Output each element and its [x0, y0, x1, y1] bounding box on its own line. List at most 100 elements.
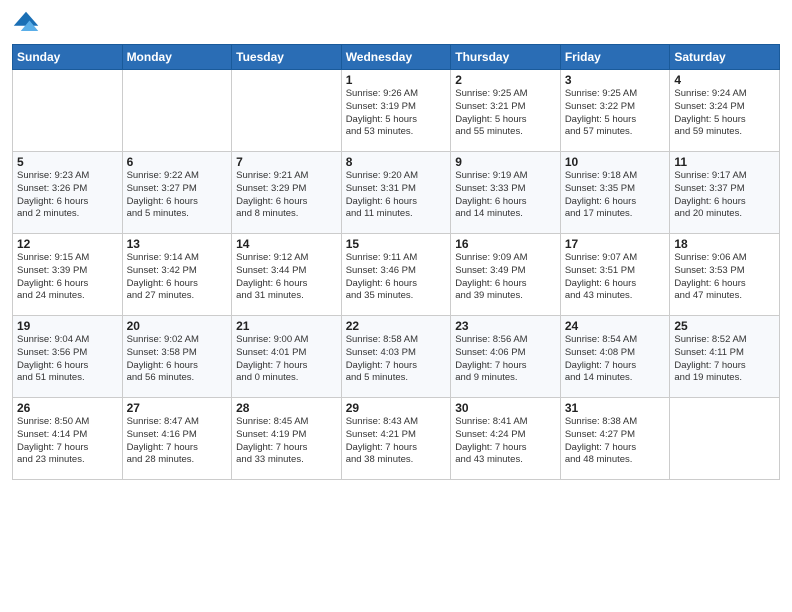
weekday-header-monday: Monday [122, 45, 232, 70]
day-info: Sunrise: 9:14 AM Sunset: 3:42 PM Dayligh… [127, 252, 228, 303]
calendar-week-1: 1Sunrise: 9:26 AM Sunset: 3:19 PM Daylig… [13, 70, 780, 152]
day-info: Sunrise: 9:25 AM Sunset: 3:21 PM Dayligh… [455, 88, 556, 139]
calendar-cell [670, 398, 780, 480]
day-number: 15 [346, 237, 447, 251]
calendar-table: SundayMondayTuesdayWednesdayThursdayFrid… [12, 44, 780, 480]
calendar-cell [122, 70, 232, 152]
page-container: SundayMondayTuesdayWednesdayThursdayFrid… [0, 0, 792, 488]
calendar-cell: 17Sunrise: 9:07 AM Sunset: 3:51 PM Dayli… [560, 234, 670, 316]
day-number: 14 [236, 237, 337, 251]
logo-icon [12, 10, 40, 38]
day-number: 11 [674, 155, 775, 169]
day-info: Sunrise: 8:38 AM Sunset: 4:27 PM Dayligh… [565, 416, 666, 467]
day-info: Sunrise: 9:18 AM Sunset: 3:35 PM Dayligh… [565, 170, 666, 221]
day-info: Sunrise: 9:26 AM Sunset: 3:19 PM Dayligh… [346, 88, 447, 139]
calendar-cell: 14Sunrise: 9:12 AM Sunset: 3:44 PM Dayli… [232, 234, 342, 316]
calendar-cell: 11Sunrise: 9:17 AM Sunset: 3:37 PM Dayli… [670, 152, 780, 234]
calendar-cell: 4Sunrise: 9:24 AM Sunset: 3:24 PM Daylig… [670, 70, 780, 152]
day-number: 10 [565, 155, 666, 169]
calendar-week-4: 19Sunrise: 9:04 AM Sunset: 3:56 PM Dayli… [13, 316, 780, 398]
calendar-cell: 28Sunrise: 8:45 AM Sunset: 4:19 PM Dayli… [232, 398, 342, 480]
calendar-cell: 20Sunrise: 9:02 AM Sunset: 3:58 PM Dayli… [122, 316, 232, 398]
calendar-cell: 22Sunrise: 8:58 AM Sunset: 4:03 PM Dayli… [341, 316, 451, 398]
day-number: 3 [565, 73, 666, 87]
day-info: Sunrise: 9:23 AM Sunset: 3:26 PM Dayligh… [17, 170, 118, 221]
calendar-cell: 12Sunrise: 9:15 AM Sunset: 3:39 PM Dayli… [13, 234, 123, 316]
day-number: 6 [127, 155, 228, 169]
calendar-week-3: 12Sunrise: 9:15 AM Sunset: 3:39 PM Dayli… [13, 234, 780, 316]
day-number: 28 [236, 401, 337, 415]
day-info: Sunrise: 8:52 AM Sunset: 4:11 PM Dayligh… [674, 334, 775, 385]
day-number: 23 [455, 319, 556, 333]
day-info: Sunrise: 9:21 AM Sunset: 3:29 PM Dayligh… [236, 170, 337, 221]
day-number: 19 [17, 319, 118, 333]
day-info: Sunrise: 8:56 AM Sunset: 4:06 PM Dayligh… [455, 334, 556, 385]
weekday-header-saturday: Saturday [670, 45, 780, 70]
header [12, 10, 780, 38]
calendar-cell: 7Sunrise: 9:21 AM Sunset: 3:29 PM Daylig… [232, 152, 342, 234]
calendar-cell: 5Sunrise: 9:23 AM Sunset: 3:26 PM Daylig… [13, 152, 123, 234]
day-number: 5 [17, 155, 118, 169]
weekday-header-thursday: Thursday [451, 45, 561, 70]
weekday-header-friday: Friday [560, 45, 670, 70]
weekday-header-tuesday: Tuesday [232, 45, 342, 70]
day-number: 4 [674, 73, 775, 87]
calendar-cell: 16Sunrise: 9:09 AM Sunset: 3:49 PM Dayli… [451, 234, 561, 316]
day-info: Sunrise: 8:41 AM Sunset: 4:24 PM Dayligh… [455, 416, 556, 467]
weekday-header-sunday: Sunday [13, 45, 123, 70]
day-info: Sunrise: 9:07 AM Sunset: 3:51 PM Dayligh… [565, 252, 666, 303]
calendar-cell: 23Sunrise: 8:56 AM Sunset: 4:06 PM Dayli… [451, 316, 561, 398]
calendar-cell: 6Sunrise: 9:22 AM Sunset: 3:27 PM Daylig… [122, 152, 232, 234]
day-number: 22 [346, 319, 447, 333]
day-number: 12 [17, 237, 118, 251]
day-info: Sunrise: 8:47 AM Sunset: 4:16 PM Dayligh… [127, 416, 228, 467]
calendar-header: SundayMondayTuesdayWednesdayThursdayFrid… [13, 45, 780, 70]
day-info: Sunrise: 8:50 AM Sunset: 4:14 PM Dayligh… [17, 416, 118, 467]
day-number: 30 [455, 401, 556, 415]
calendar-week-2: 5Sunrise: 9:23 AM Sunset: 3:26 PM Daylig… [13, 152, 780, 234]
calendar-cell: 25Sunrise: 8:52 AM Sunset: 4:11 PM Dayli… [670, 316, 780, 398]
day-info: Sunrise: 9:02 AM Sunset: 3:58 PM Dayligh… [127, 334, 228, 385]
day-number: 24 [565, 319, 666, 333]
calendar-cell: 24Sunrise: 8:54 AM Sunset: 4:08 PM Dayli… [560, 316, 670, 398]
day-number: 9 [455, 155, 556, 169]
day-info: Sunrise: 9:19 AM Sunset: 3:33 PM Dayligh… [455, 170, 556, 221]
calendar-cell: 19Sunrise: 9:04 AM Sunset: 3:56 PM Dayli… [13, 316, 123, 398]
day-number: 20 [127, 319, 228, 333]
day-number: 27 [127, 401, 228, 415]
calendar-cell: 1Sunrise: 9:26 AM Sunset: 3:19 PM Daylig… [341, 70, 451, 152]
calendar-cell: 2Sunrise: 9:25 AM Sunset: 3:21 PM Daylig… [451, 70, 561, 152]
day-number: 7 [236, 155, 337, 169]
day-info: Sunrise: 9:12 AM Sunset: 3:44 PM Dayligh… [236, 252, 337, 303]
calendar-body: 1Sunrise: 9:26 AM Sunset: 3:19 PM Daylig… [13, 70, 780, 480]
day-info: Sunrise: 9:11 AM Sunset: 3:46 PM Dayligh… [346, 252, 447, 303]
day-info: Sunrise: 9:22 AM Sunset: 3:27 PM Dayligh… [127, 170, 228, 221]
day-number: 2 [455, 73, 556, 87]
calendar-cell: 29Sunrise: 8:43 AM Sunset: 4:21 PM Dayli… [341, 398, 451, 480]
calendar-cell: 8Sunrise: 9:20 AM Sunset: 3:31 PM Daylig… [341, 152, 451, 234]
day-number: 21 [236, 319, 337, 333]
logo [12, 10, 44, 38]
day-number: 8 [346, 155, 447, 169]
day-info: Sunrise: 9:15 AM Sunset: 3:39 PM Dayligh… [17, 252, 118, 303]
day-number: 16 [455, 237, 556, 251]
day-number: 31 [565, 401, 666, 415]
calendar-cell: 27Sunrise: 8:47 AM Sunset: 4:16 PM Dayli… [122, 398, 232, 480]
day-info: Sunrise: 9:20 AM Sunset: 3:31 PM Dayligh… [346, 170, 447, 221]
calendar-cell: 26Sunrise: 8:50 AM Sunset: 4:14 PM Dayli… [13, 398, 123, 480]
day-number: 18 [674, 237, 775, 251]
day-number: 1 [346, 73, 447, 87]
day-info: Sunrise: 9:25 AM Sunset: 3:22 PM Dayligh… [565, 88, 666, 139]
day-number: 13 [127, 237, 228, 251]
weekday-header-wednesday: Wednesday [341, 45, 451, 70]
calendar-cell: 31Sunrise: 8:38 AM Sunset: 4:27 PM Dayli… [560, 398, 670, 480]
day-info: Sunrise: 9:17 AM Sunset: 3:37 PM Dayligh… [674, 170, 775, 221]
day-number: 29 [346, 401, 447, 415]
day-info: Sunrise: 8:54 AM Sunset: 4:08 PM Dayligh… [565, 334, 666, 385]
calendar-cell: 9Sunrise: 9:19 AM Sunset: 3:33 PM Daylig… [451, 152, 561, 234]
calendar-cell [13, 70, 123, 152]
day-info: Sunrise: 9:24 AM Sunset: 3:24 PM Dayligh… [674, 88, 775, 139]
day-number: 25 [674, 319, 775, 333]
calendar-cell: 15Sunrise: 9:11 AM Sunset: 3:46 PM Dayli… [341, 234, 451, 316]
day-info: Sunrise: 9:06 AM Sunset: 3:53 PM Dayligh… [674, 252, 775, 303]
